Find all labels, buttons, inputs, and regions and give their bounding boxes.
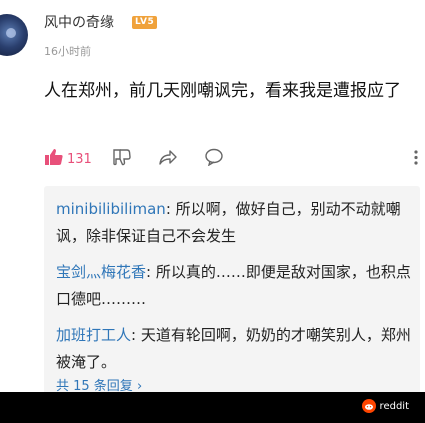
reply-author[interactable]: 加班打工人: [56, 326, 131, 344]
username[interactable]: 风中の奇缘: [44, 12, 114, 32]
share-button[interactable]: [158, 148, 178, 170]
like-button[interactable]: 131: [44, 148, 92, 170]
reddit-logo-icon: [361, 399, 376, 413]
replies-panel: minibilibiliman: 所以啊，做好自己，别动不动就嘲讽，除非保证自己…: [44, 186, 420, 398]
user-avatar[interactable]: [0, 14, 28, 56]
timestamp: 16小时前: [44, 45, 91, 58]
level-badge: LV5: [132, 16, 158, 29]
vertical-dots-icon: [412, 148, 420, 170]
comment-actions: 131: [44, 148, 420, 170]
reddit-watermark: reddit: [361, 399, 409, 413]
watermark-text: reddit: [379, 400, 409, 412]
reply-item: minibilibiliman: 所以啊，做好自己，别动不动就嘲讽，除非保证自己…: [56, 196, 412, 250]
reply-item: 加班打工人: 天道有轮回啊，奶奶的才嘲笑别人，郑州被淹了。: [56, 322, 412, 376]
reply-author[interactable]: minibilibiliman: [56, 200, 166, 218]
reply-item: 宝剑灬梅花香: 所以真的……即便是敌对国家，也积点口德吧………: [56, 259, 412, 313]
thumbs-up-icon: [44, 148, 64, 170]
thumbs-down-icon: [112, 148, 132, 170]
share-icon: [158, 148, 178, 170]
like-count: 131: [67, 151, 92, 167]
comment-bubble-icon: [204, 148, 224, 170]
comment-text: 人在郑州，前几天刚嘲讽完，看来我是遭报应了: [44, 81, 401, 101]
watermark-bar: reddit: [0, 392, 425, 423]
more-options-button[interactable]: [412, 148, 420, 170]
reply-author[interactable]: 宝剑灬梅花香: [56, 263, 146, 281]
reply-button[interactable]: [204, 148, 224, 170]
dislike-button[interactable]: [112, 148, 132, 170]
